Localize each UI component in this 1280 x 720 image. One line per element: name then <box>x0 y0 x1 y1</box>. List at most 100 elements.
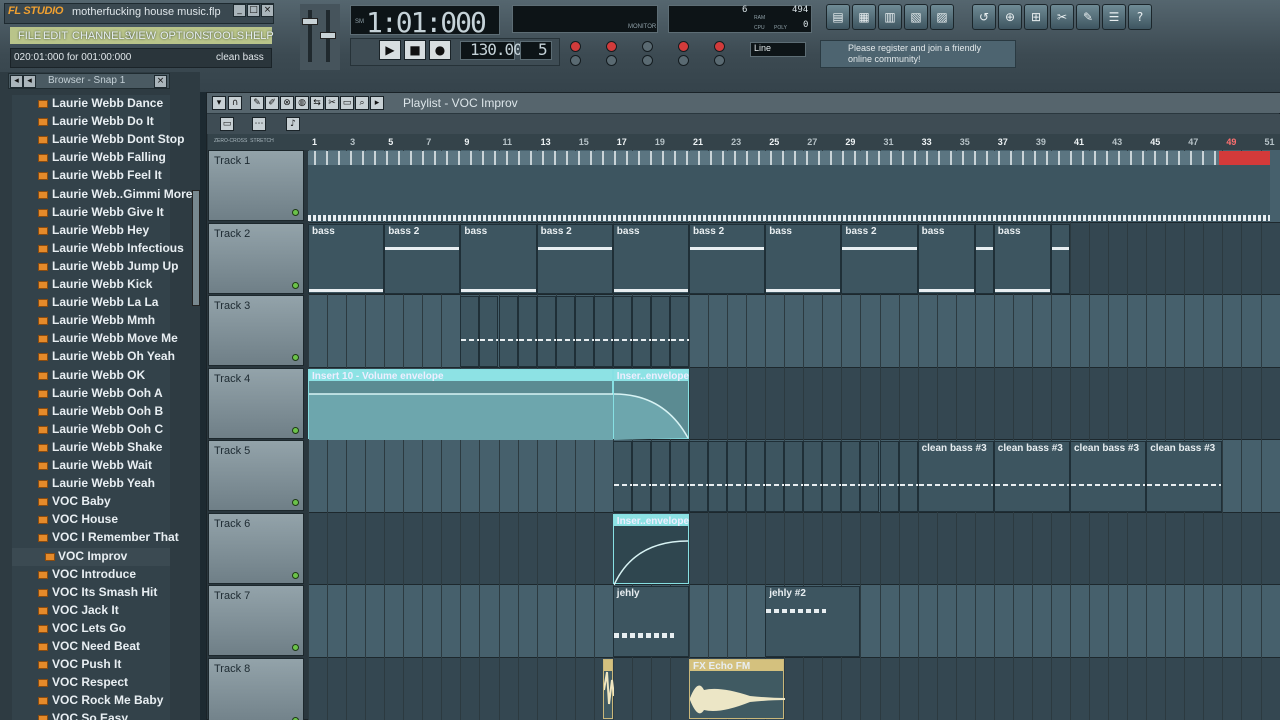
browser-item[interactable]: Laurie Webb Ooh B <box>12 403 170 421</box>
pattern-clip[interactable] <box>612 296 632 367</box>
toggle-b[interactable] <box>606 55 617 66</box>
playlist-snap-icon[interactable]: ∩ <box>228 96 242 110</box>
stop-button[interactable]: ■ <box>404 40 426 60</box>
pattern-clip[interactable] <box>460 296 480 367</box>
toggle-rec[interactable] <box>570 41 581 52</box>
slip-tool-icon[interactable]: ⇆ <box>310 96 324 110</box>
pattern-clip[interactable]: clean bass #3 <box>993 441 1070 512</box>
browser-item[interactable]: Laurie Webb Kick <box>12 276 170 294</box>
pattern-clip[interactable] <box>479 296 499 367</box>
browser-item[interactable]: Laurie Webb La La <box>12 294 170 312</box>
pattern-clip[interactable] <box>708 441 728 512</box>
help-button[interactable]: ? <box>1128 4 1152 30</box>
track-lane[interactable] <box>308 512 1280 585</box>
pattern-clip[interactable] <box>650 296 670 367</box>
wrench-button[interactable]: ✎ <box>1076 4 1100 30</box>
menu-tools[interactable]: TOOLS <box>207 30 244 42</box>
menu-options[interactable]: OPTIONS <box>160 30 210 42</box>
browser-item[interactable]: Laurie Webb Shake <box>12 439 170 457</box>
track-active-led[interactable] <box>292 571 299 579</box>
play-button[interactable]: ▶ <box>379 40 401 60</box>
pattern-clip[interactable] <box>765 441 785 512</box>
pattern-clip[interactable] <box>517 296 537 367</box>
browser-item[interactable]: Laurie Web..Gimmi More <box>12 186 192 204</box>
pattern-clip[interactable] <box>574 296 594 367</box>
pattern-clip[interactable] <box>631 296 651 367</box>
pattern-clip[interactable] <box>822 441 842 512</box>
pattern-clip[interactable] <box>603 658 615 719</box>
track-header[interactable]: Track 2 <box>208 222 304 294</box>
pattern-clip[interactable]: clean bass #3 <box>917 441 994 512</box>
browser-item[interactable]: Laurie Webb Feel It <box>12 167 170 185</box>
browser-close-icon[interactable]: × <box>154 75 167 88</box>
menu-help[interactable]: HELP <box>245 30 274 42</box>
audio-picker-icon[interactable]: ⋯ <box>252 117 266 131</box>
pattern-clip[interactable] <box>727 441 747 512</box>
playlist-button[interactable]: ▤ <box>826 4 850 30</box>
browser-item[interactable]: VOC Push It <box>12 656 170 674</box>
pattern-clip[interactable] <box>498 296 518 367</box>
playlist-title[interactable]: Playlist - VOC Improv <box>403 96 518 110</box>
pattern-clip[interactable]: bass <box>993 223 1051 294</box>
draw-tool-icon[interactable]: ✎ <box>250 96 264 110</box>
pattern-clip[interactable]: bass <box>460 223 537 294</box>
track-header[interactable]: Track 7 <box>208 585 304 656</box>
pattern-clip[interactable]: clean bass #3 <box>1146 441 1223 512</box>
browser-item[interactable]: VOC Its Smash Hit <box>12 584 170 602</box>
track-header[interactable]: Track 3 <box>208 295 304 366</box>
zero-cross-label[interactable]: ZERO-CROSS <box>214 138 247 144</box>
pattern-clip[interactable] <box>803 441 823 512</box>
browser-item[interactable]: Laurie Webb Dance <box>12 95 170 113</box>
mute-tool-icon[interactable]: ◍ <box>295 96 309 110</box>
browser-item[interactable]: Laurie Webb OK <box>12 367 170 385</box>
track-active-led[interactable] <box>292 281 299 289</box>
browser-item[interactable]: VOC Introduce <box>12 566 170 584</box>
pattern-clip[interactable] <box>841 441 861 512</box>
playlist-lanes[interactable]: bass bass 2 bass bass 2 bass bass 2 bass bass 2… <box>308 150 1280 720</box>
browser-item[interactable]: Laurie Webb Ooh C <box>12 421 170 439</box>
toggle-c[interactable] <box>642 55 653 66</box>
browser-item[interactable]: VOC Lets Go <box>12 620 170 638</box>
toggle-loop[interactable] <box>678 41 689 52</box>
selected-clips[interactable] <box>1219 151 1270 165</box>
track1-clips[interactable] <box>308 151 1270 221</box>
pattern-clip[interactable] <box>879 441 899 512</box>
track-header[interactable]: Track 4 <box>208 367 304 439</box>
browser-item[interactable]: VOC I Remember That <box>12 529 179 547</box>
track-header[interactable]: Track 1 <box>208 150 304 221</box>
track-header[interactable]: Track 5 <box>208 440 304 511</box>
browser-item[interactable]: Laurie Webb Give It <box>12 204 170 222</box>
pattern-clip[interactable]: bass 2 <box>689 223 766 294</box>
pattern-clip[interactable] <box>974 223 994 294</box>
automation-picker-icon[interactable]: ♪ <box>286 117 300 131</box>
browser-menu-icon[interactable]: ◂ <box>10 75 23 88</box>
browser-button[interactable]: ▧ <box>904 4 928 30</box>
delete-tool-icon[interactable]: ⊗ <box>280 96 294 110</box>
stretch-label[interactable]: STRETCH <box>250 138 274 144</box>
browser-item[interactable]: Laurie Webb Move Me <box>12 330 178 348</box>
slice-tool-icon[interactable]: ✂ <box>325 96 339 110</box>
browser-item[interactable]: Laurie Webb Hey <box>12 222 170 240</box>
master-volume[interactable] <box>300 4 340 70</box>
track-active-led[interactable] <box>292 209 299 216</box>
browser-item[interactable]: Laurie Webb Wait <box>12 457 170 475</box>
browser-item[interactable]: Laurie Webb Jump Up <box>12 258 178 276</box>
pattern-clip[interactable]: bass 2 <box>536 223 613 294</box>
pattern-clip[interactable]: FX Echo FM <box>689 658 785 719</box>
pattern-clip[interactable] <box>746 441 766 512</box>
browser-item[interactable]: VOC Need Beat <box>12 638 170 656</box>
browser-item[interactable]: VOC Improv <box>12 547 170 566</box>
browser-item[interactable]: VOC House <box>12 511 170 529</box>
track-lane[interactable] <box>308 295 1280 368</box>
pattern-clip[interactable] <box>555 296 575 367</box>
pattern-clip[interactable]: bass <box>917 223 975 294</box>
pattern-clip[interactable] <box>784 441 804 512</box>
pattern-clip[interactable]: Inser..envelope <box>612 513 689 585</box>
menu-view[interactable]: VIEW <box>128 30 156 42</box>
minimize-icon[interactable]: _ <box>233 4 246 17</box>
pattern-clip[interactable]: bass <box>612 223 689 294</box>
select-tool-icon[interactable]: ▭ <box>340 96 354 110</box>
track-active-led[interactable] <box>292 716 299 720</box>
playback-tool-icon[interactable]: ▸ <box>370 96 384 110</box>
pattern-clip[interactable] <box>1050 223 1070 294</box>
